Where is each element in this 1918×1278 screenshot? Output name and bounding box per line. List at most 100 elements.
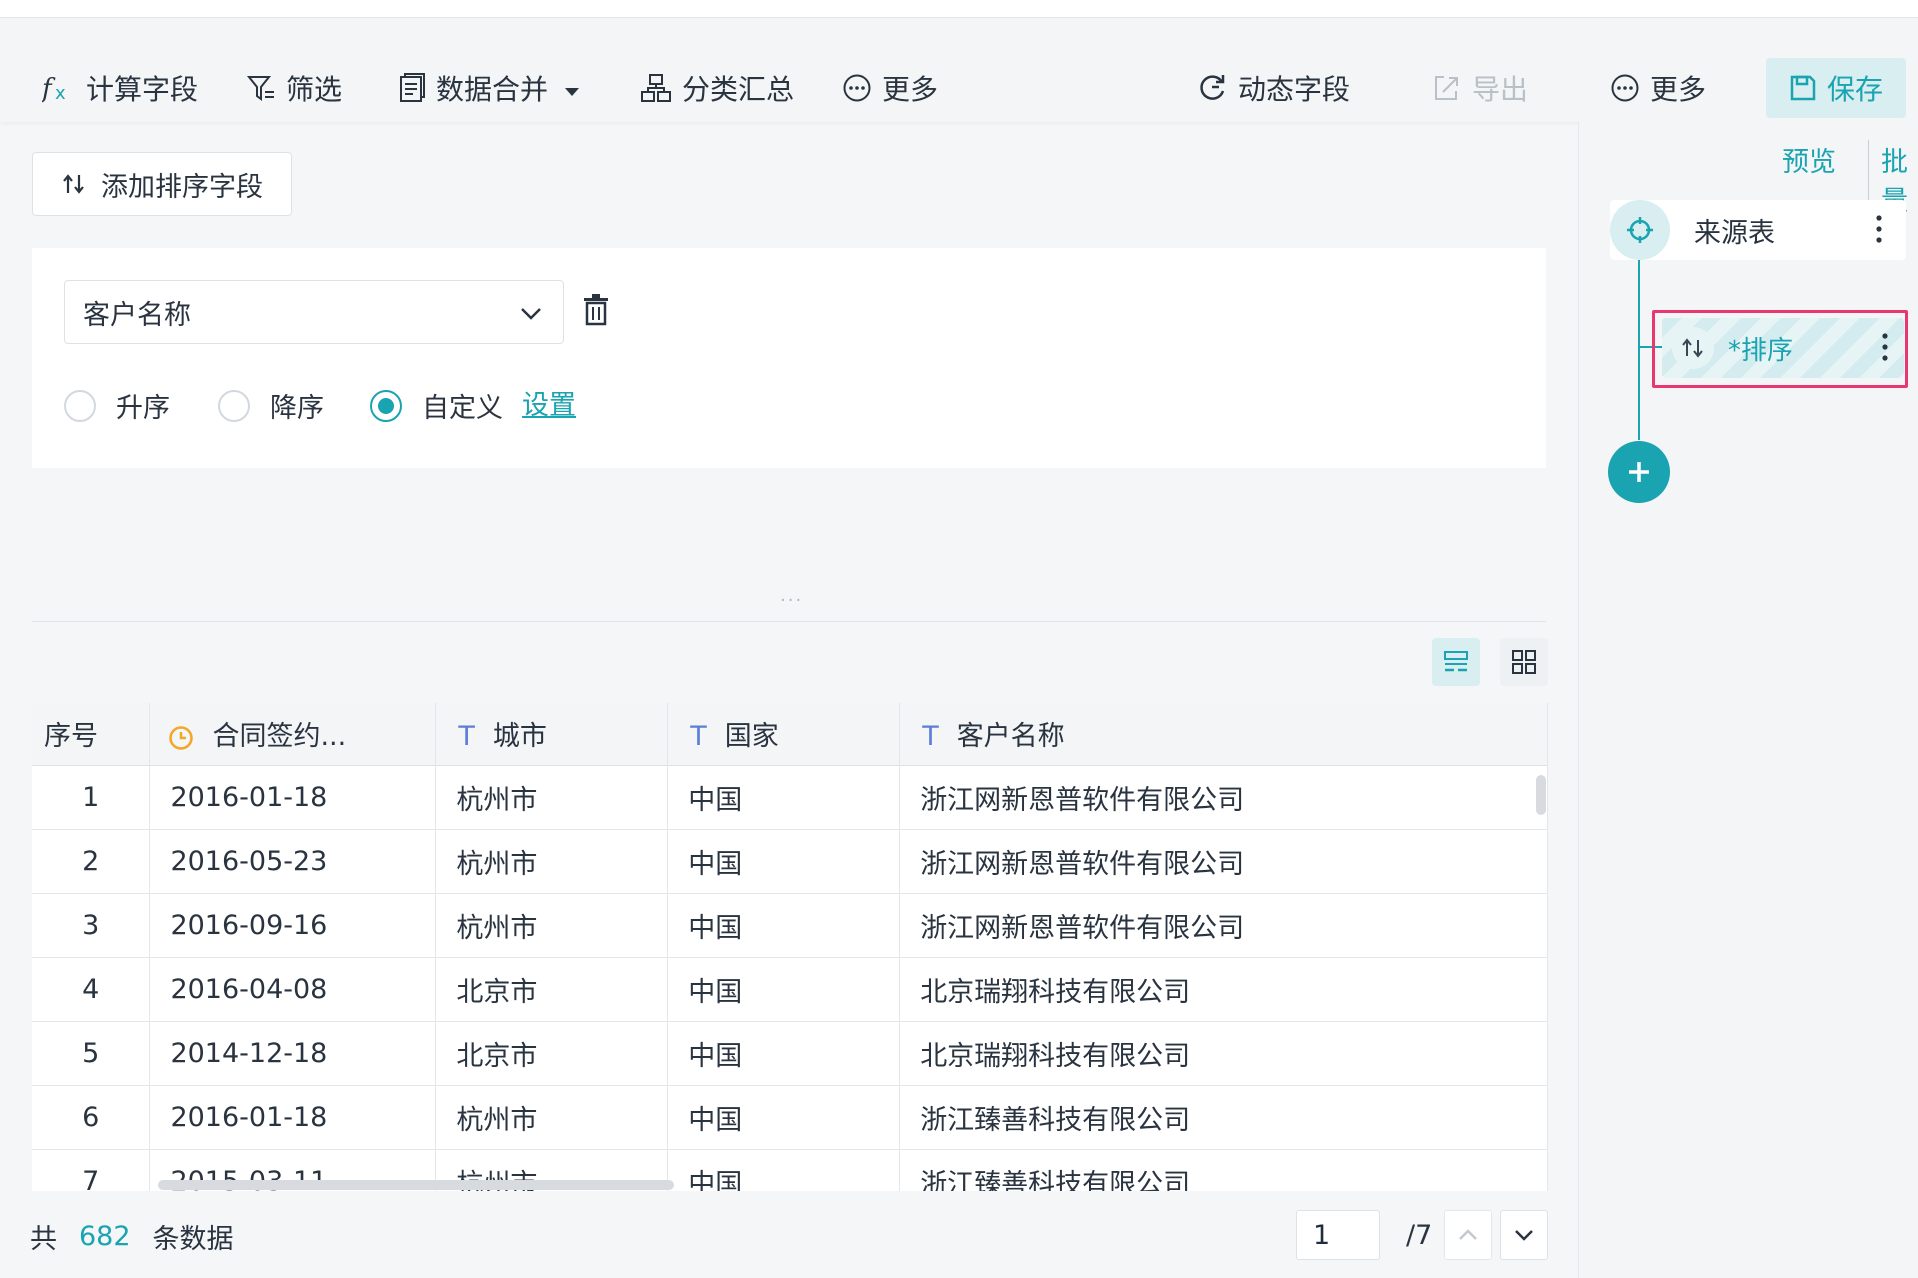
grid-view-button[interactable] <box>1500 638 1548 686</box>
table-cell[interactable]: 浙江臻善科技有限公司 <box>899 1085 1548 1150</box>
more-left-button[interactable]: 更多 <box>842 68 938 108</box>
table-cell[interactable]: 2016-05-23 <box>149 829 437 894</box>
table-cell[interactable]: 杭州市 <box>435 893 669 958</box>
table-cell[interactable]: 北京瑞翔科技有限公司 <box>899 1021 1548 1086</box>
table-cell[interactable]: 北京瑞翔科技有限公司 <box>899 957 1548 1022</box>
table-cell[interactable]: 浙江网新恩普软件有限公司 <box>899 893 1548 958</box>
table-row[interactable]: 3 2016-09-16 杭州市 中国 浙江网新恩普软件有限公司 <box>32 893 1548 958</box>
data-merge-dropdown[interactable]: 数据合并 <box>398 68 580 108</box>
sort-arrows-icon <box>1672 327 1714 369</box>
column-header-label: 合同签约... <box>212 721 347 753</box>
list-view-button[interactable] <box>1432 638 1480 686</box>
data-merge-label: 数据合并 <box>436 73 549 106</box>
preview-link[interactable]: 预览 <box>1782 140 1836 179</box>
clock-icon <box>168 725 194 751</box>
crosshair-icon <box>1610 200 1670 260</box>
export-button[interactable]: 导出 <box>1432 68 1528 108</box>
table-cell[interactable]: 杭州市 <box>435 829 669 894</box>
group-summary-button[interactable]: 分类汇总 <box>640 68 794 108</box>
table-row[interactable]: 5 2014-12-18 北京市 中国 北京瑞翔科技有限公司 <box>32 1021 1548 1086</box>
column-header[interactable]: T 客户名称 <box>899 703 1548 766</box>
more-left-label: 更多 <box>882 73 939 106</box>
chevron-down-icon <box>1515 1230 1533 1241</box>
text-type-icon: T <box>690 721 707 753</box>
save-button[interactable]: 保存 <box>1766 58 1906 118</box>
sort-field-select[interactable]: 客户名称 <box>64 280 564 344</box>
divider <box>32 621 1546 622</box>
table-cell[interactable]: 杭州市 <box>435 1085 669 1150</box>
radio-circle <box>218 389 250 422</box>
table-cell[interactable]: 5 <box>32 1021 151 1086</box>
table-row[interactable]: 1 2016-01-18 杭州市 中国 浙江网新恩普软件有限公司 <box>32 765 1548 830</box>
horizontal-scrollbar[interactable] <box>158 1180 674 1190</box>
page-number-input[interactable]: 1 <box>1296 1210 1380 1260</box>
dynamic-field-button[interactable]: 动态字段 <box>1198 68 1350 108</box>
more-circle-icon <box>1610 73 1640 103</box>
page-down-button[interactable] <box>1500 1210 1548 1260</box>
table-cell[interactable]: 1 <box>32 765 151 830</box>
column-header[interactable]: 序号 <box>32 703 151 766</box>
page-up-button[interactable] <box>1444 1210 1492 1260</box>
add-sort-field-button[interactable]: 添加排序字段 <box>32 152 292 216</box>
hierarchy-icon <box>640 73 672 103</box>
more-right-button[interactable]: 更多 <box>1610 68 1706 108</box>
table-cell[interactable]: 中国 <box>667 1021 901 1086</box>
table-cell[interactable]: 4 <box>32 957 151 1022</box>
table-cell[interactable]: 中国 <box>667 765 901 830</box>
column-header[interactable]: T 城市 <box>435 703 669 766</box>
sort-step-node[interactable]: *排序 <box>1662 318 1904 378</box>
column-header[interactable]: T 国家 <box>667 703 901 766</box>
add-step-button[interactable] <box>1608 441 1670 503</box>
svg-text:x: x <box>55 83 66 103</box>
table-cell[interactable]: 3 <box>32 893 151 958</box>
kebab-menu-icon[interactable] <box>1874 212 1884 253</box>
data-table: 序号 合同签约... T 城市 T 国家 T 客户名称 1 2016-01-18 杭州市中… <box>32 703 1548 1191</box>
table-cell[interactable]: 中国 <box>667 957 901 1022</box>
table-cell[interactable]: 中国 <box>667 1085 901 1150</box>
table-cell[interactable]: 北京市 <box>435 1021 669 1086</box>
resize-handle[interactable]: ··· <box>780 590 803 611</box>
table-cell[interactable]: 中国 <box>667 1149 901 1191</box>
calc-field-button[interactable]: fx 计算字段 <box>42 68 198 108</box>
kebab-menu-icon[interactable] <box>1880 330 1890 371</box>
record-count-suffix: 条数据 <box>152 1223 234 1255</box>
calc-field-label: 计算字段 <box>86 73 199 106</box>
table-cell[interactable]: 2016-01-18 <box>149 765 437 830</box>
radio-custom-label: 自定义 <box>422 393 503 424</box>
table-cell[interactable]: 2 <box>32 829 151 894</box>
table-cell[interactable]: 浙江臻善科技有限公司 <box>899 1149 1548 1191</box>
svg-text:f: f <box>42 74 56 103</box>
filter-label: 筛选 <box>286 73 343 106</box>
radio-ascending[interactable]: 升序 <box>64 386 170 425</box>
filter-button[interactable]: 筛选 <box>246 68 342 108</box>
table-row[interactable]: 6 2016-01-18 杭州市 中国 浙江臻善科技有限公司 <box>32 1085 1548 1150</box>
vertical-scrollbar[interactable] <box>1536 775 1546 815</box>
table-row[interactable]: 4 2016-04-08 北京市 中国 北京瑞翔科技有限公司 <box>32 957 1548 1022</box>
radio-descending[interactable]: 降序 <box>218 386 324 425</box>
source-table-node[interactable]: 来源表 <box>1610 200 1906 260</box>
table-cell[interactable]: 浙江网新恩普软件有限公司 <box>899 829 1548 894</box>
top-strip <box>0 0 1918 18</box>
table-cell[interactable]: 中国 <box>667 829 901 894</box>
table-cell[interactable]: 北京市 <box>435 957 669 1022</box>
table-cell[interactable]: 中国 <box>667 893 901 958</box>
table-cell[interactable]: 2016-04-08 <box>149 957 437 1022</box>
save-icon <box>1789 74 1817 102</box>
column-header[interactable]: 合同签约... <box>149 703 437 766</box>
table-cell[interactable]: 2016-09-16 <box>149 893 437 958</box>
table-cell[interactable]: 7 <box>32 1149 151 1191</box>
table-cell[interactable]: 6 <box>32 1085 151 1150</box>
column-header-label: 国家 <box>724 721 779 753</box>
group-summary-label: 分类汇总 <box>682 73 795 106</box>
table-cell[interactable]: 浙江网新恩普软件有限公司 <box>899 765 1548 830</box>
grid-view-icon <box>1512 650 1536 674</box>
radio-custom[interactable]: 自定义 <box>370 386 503 425</box>
column-header-label: 城市 <box>492 721 547 753</box>
table-cell[interactable]: 杭州市 <box>435 765 669 830</box>
trash-icon[interactable] <box>580 293 612 331</box>
table-row[interactable]: 2 2016-05-23 杭州市 中国 浙江网新恩普软件有限公司 <box>32 829 1548 894</box>
table-cell[interactable]: 2014-12-18 <box>149 1021 437 1086</box>
table-cell[interactable]: 2016-01-18 <box>149 1085 437 1150</box>
settings-link[interactable]: 设置 <box>522 386 576 426</box>
sort-field-value: 客户名称 <box>83 299 191 331</box>
